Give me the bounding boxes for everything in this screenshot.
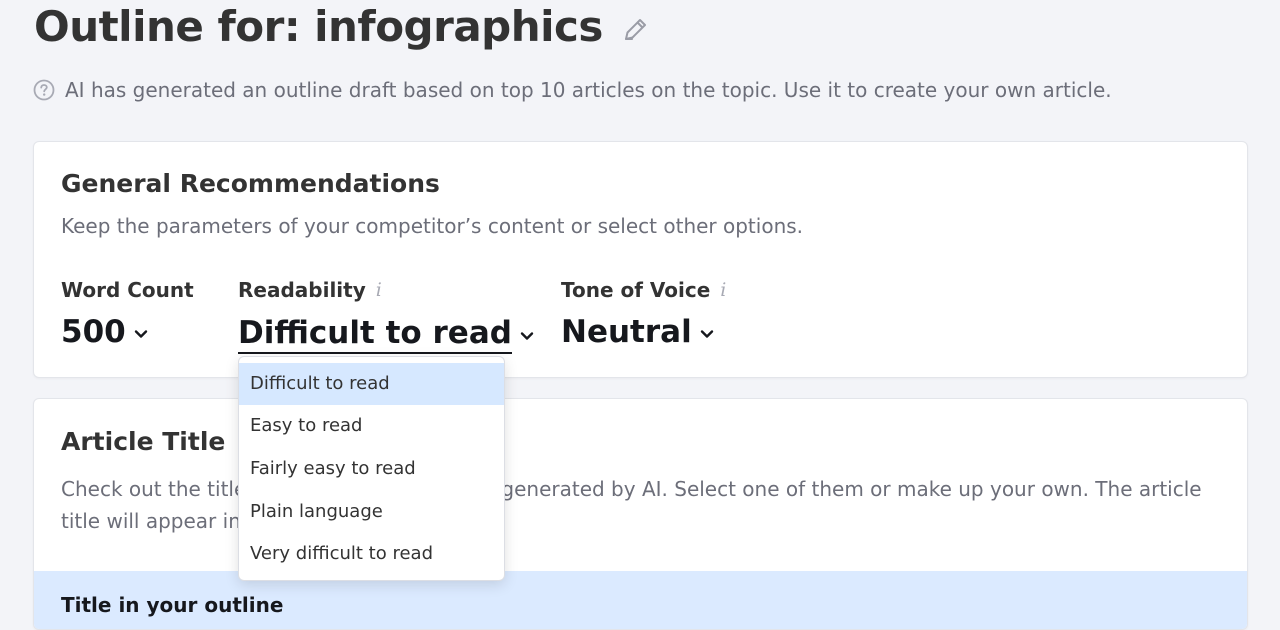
chevron-down-icon — [520, 331, 534, 341]
readability-value: Difficult to read — [238, 314, 512, 354]
page-title-prefix: Outline for: — [34, 2, 301, 51]
chevron-down-icon — [134, 329, 148, 339]
readability-option[interactable]: Very difficult to read — [239, 533, 504, 575]
word-count-value: 500 — [61, 314, 126, 350]
title-in-outline-banner: Title in your outline — [34, 571, 1247, 629]
readability-param: Readability i Difficult to read — [238, 276, 534, 354]
word-count-select[interactable]: 500 — [61, 314, 194, 350]
tone-select[interactable]: Neutral — [561, 314, 726, 350]
tone-value: Neutral — [561, 314, 692, 350]
general-recommendations-card: General Recommendations Keep the paramet… — [33, 141, 1248, 378]
tone-label: Tone of Voice — [561, 278, 711, 302]
title-in-outline-label: Title in your outline — [61, 593, 284, 617]
word-count-label: Word Count — [61, 278, 194, 302]
readability-dropdown-menu: Difficult to read Easy to read Fairly ea… — [238, 356, 505, 581]
article-title-description: Check out the titles used by competitors… — [61, 477, 1202, 533]
ai-info-text: AI has generated an outline draft based … — [65, 78, 1112, 102]
readability-select[interactable]: Difficult to read — [238, 314, 534, 354]
info-icon[interactable]: i — [720, 279, 726, 301]
readability-option[interactable]: Fairly easy to read — [239, 447, 504, 490]
readability-label-row: Readability i — [238, 276, 534, 304]
readability-label: Readability — [238, 278, 366, 302]
readability-option[interactable]: Plain language — [239, 490, 504, 533]
question-circle-icon — [33, 79, 55, 101]
tone-of-voice-param: Tone of Voice i Neutral — [561, 276, 726, 350]
pencil-icon[interactable] — [621, 14, 651, 44]
page-title-topic: infographics — [314, 2, 603, 51]
readability-option[interactable]: Easy to read — [239, 405, 504, 447]
readability-option[interactable]: Difficult to read — [239, 363, 504, 405]
article-title-card: Article Title Check out the titles used … — [33, 398, 1248, 630]
word-count-param: Word Count 500 — [61, 276, 194, 350]
general-recommendations-description: Keep the parameters of your competitor’s… — [61, 214, 804, 238]
ai-info-line: AI has generated an outline draft based … — [33, 78, 1112, 102]
general-recommendations-title: General Recommendations — [61, 169, 440, 198]
info-icon[interactable]: i — [376, 279, 382, 301]
page-title: Outline for: infographics — [34, 2, 651, 51]
chevron-down-icon — [700, 329, 714, 339]
article-title-heading: Article Title — [61, 427, 226, 456]
tone-label-row: Tone of Voice i — [561, 276, 726, 304]
